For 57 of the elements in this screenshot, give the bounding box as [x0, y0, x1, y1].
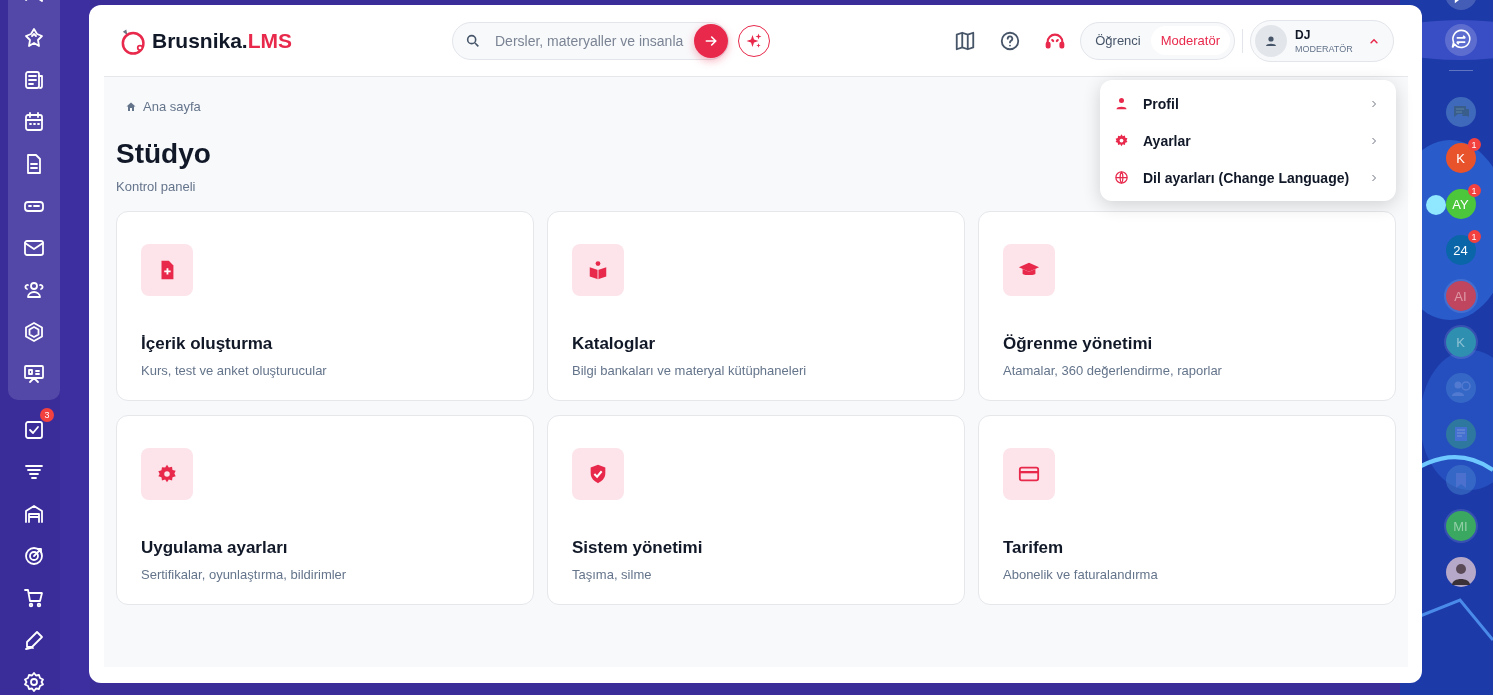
- sparkle-icon: [745, 31, 763, 50]
- chat-swap-icon[interactable]: [1444, 24, 1477, 56]
- page-title: Stüdyo: [116, 138, 211, 170]
- search-field[interactable]: Dersler, materyaller ve insanla: [452, 21, 729, 60]
- calendar-icon[interactable]: [22, 110, 46, 134]
- section-card[interactable]: Sistem yönetimi Taşıma, silme: [547, 415, 965, 605]
- globe-icon: [1114, 170, 1129, 185]
- sparkle-icon[interactable]: [22, 26, 46, 50]
- news-icon[interactable]: [22, 68, 46, 92]
- card-description: Kurs, test ve anket oluşturucular: [141, 363, 328, 378]
- gear-icon: [1114, 133, 1129, 148]
- section-card[interactable]: Uygulama ayarları Sertifikalar, oyunlaştırma, bildirimler: [116, 415, 534, 605]
- search-submit-button[interactable]: [694, 23, 728, 58]
- card-title: İçerik oluşturma: [141, 334, 274, 354]
- section-card[interactable]: Tarifem Abonelik ve faturalandırma: [978, 415, 1396, 605]
- hexagon-icon[interactable]: [22, 320, 46, 344]
- map-icon[interactable]: [954, 29, 977, 52]
- board-icon[interactable]: [22, 362, 46, 386]
- user-avatar-icon[interactable]: [1445, 557, 1476, 587]
- garage-icon[interactable]: [22, 502, 46, 526]
- pen-icon[interactable]: [22, 628, 46, 652]
- user-initials: DJ: [1295, 27, 1312, 42]
- card-description: Bilgi bankaları ve materyal kütüphaneleri: [572, 363, 808, 378]
- brand-name: Brusnika.LMS: [152, 28, 293, 53]
- role-tab[interactable]: Moderatör: [1150, 26, 1230, 55]
- search-icon: [465, 32, 481, 49]
- card-description: Taşıma, silme: [572, 567, 653, 582]
- role-tab[interactable]: Öğrenci: [1085, 26, 1151, 55]
- section-card[interactable]: Kataloglar Bilgi bankaları ve materyal kütüphaneleri: [547, 211, 965, 401]
- card-title: Uygulama ayarları: [141, 538, 289, 558]
- card-description: Abonelik ve faturalandırma: [1003, 567, 1159, 582]
- menu-item[interactable]: Dil ayarları (Change Language): [1100, 159, 1396, 196]
- open-book-icon: [587, 259, 609, 281]
- help-icon[interactable]: [999, 29, 1022, 52]
- gear-icon[interactable]: [22, 670, 46, 694]
- section-card[interactable]: İçerik oluşturma Kurs, test ve anket oluşturucular: [116, 211, 534, 401]
- user-role: MODERATÖR: [1295, 43, 1354, 54]
- person-icon: [1114, 96, 1129, 111]
- card-description: Atamalar, 360 değerlendirme, raporlar: [1003, 363, 1223, 378]
- card-description: Sertifikalar, oyunlaştırma, bildirimler: [141, 567, 348, 582]
- card-title: Sistem yönetimi: [572, 538, 704, 558]
- section-card[interactable]: Öğrenme yönetimi Atamalar, 360 değerlendirme, raporlar: [978, 211, 1396, 401]
- menu-item[interactable]: Profil: [1100, 85, 1396, 122]
- cart-icon[interactable]: [22, 586, 46, 610]
- card-title: Tarifem: [1003, 538, 1065, 558]
- target-icon[interactable]: [22, 544, 46, 568]
- user-avatar-icon: [1255, 24, 1287, 57]
- user-menu-button[interactable]: DJ MODERATÖR: [1250, 19, 1394, 62]
- search-input[interactable]: Dersler, materyaller ve insanla: [493, 31, 694, 50]
- card-title: Kataloglar: [572, 334, 657, 354]
- gear-icon: [156, 463, 178, 485]
- ai-sparkle-button[interactable]: [738, 24, 770, 57]
- home-icon: [125, 100, 137, 113]
- card-title: Öğrenme yönetimi: [1003, 334, 1154, 354]
- menu-item[interactable]: Ayarlar: [1100, 122, 1396, 159]
- checkbox-icon[interactable]: [22, 418, 46, 442]
- breadcrumb-link[interactable]: Ana sayfa: [143, 99, 201, 114]
